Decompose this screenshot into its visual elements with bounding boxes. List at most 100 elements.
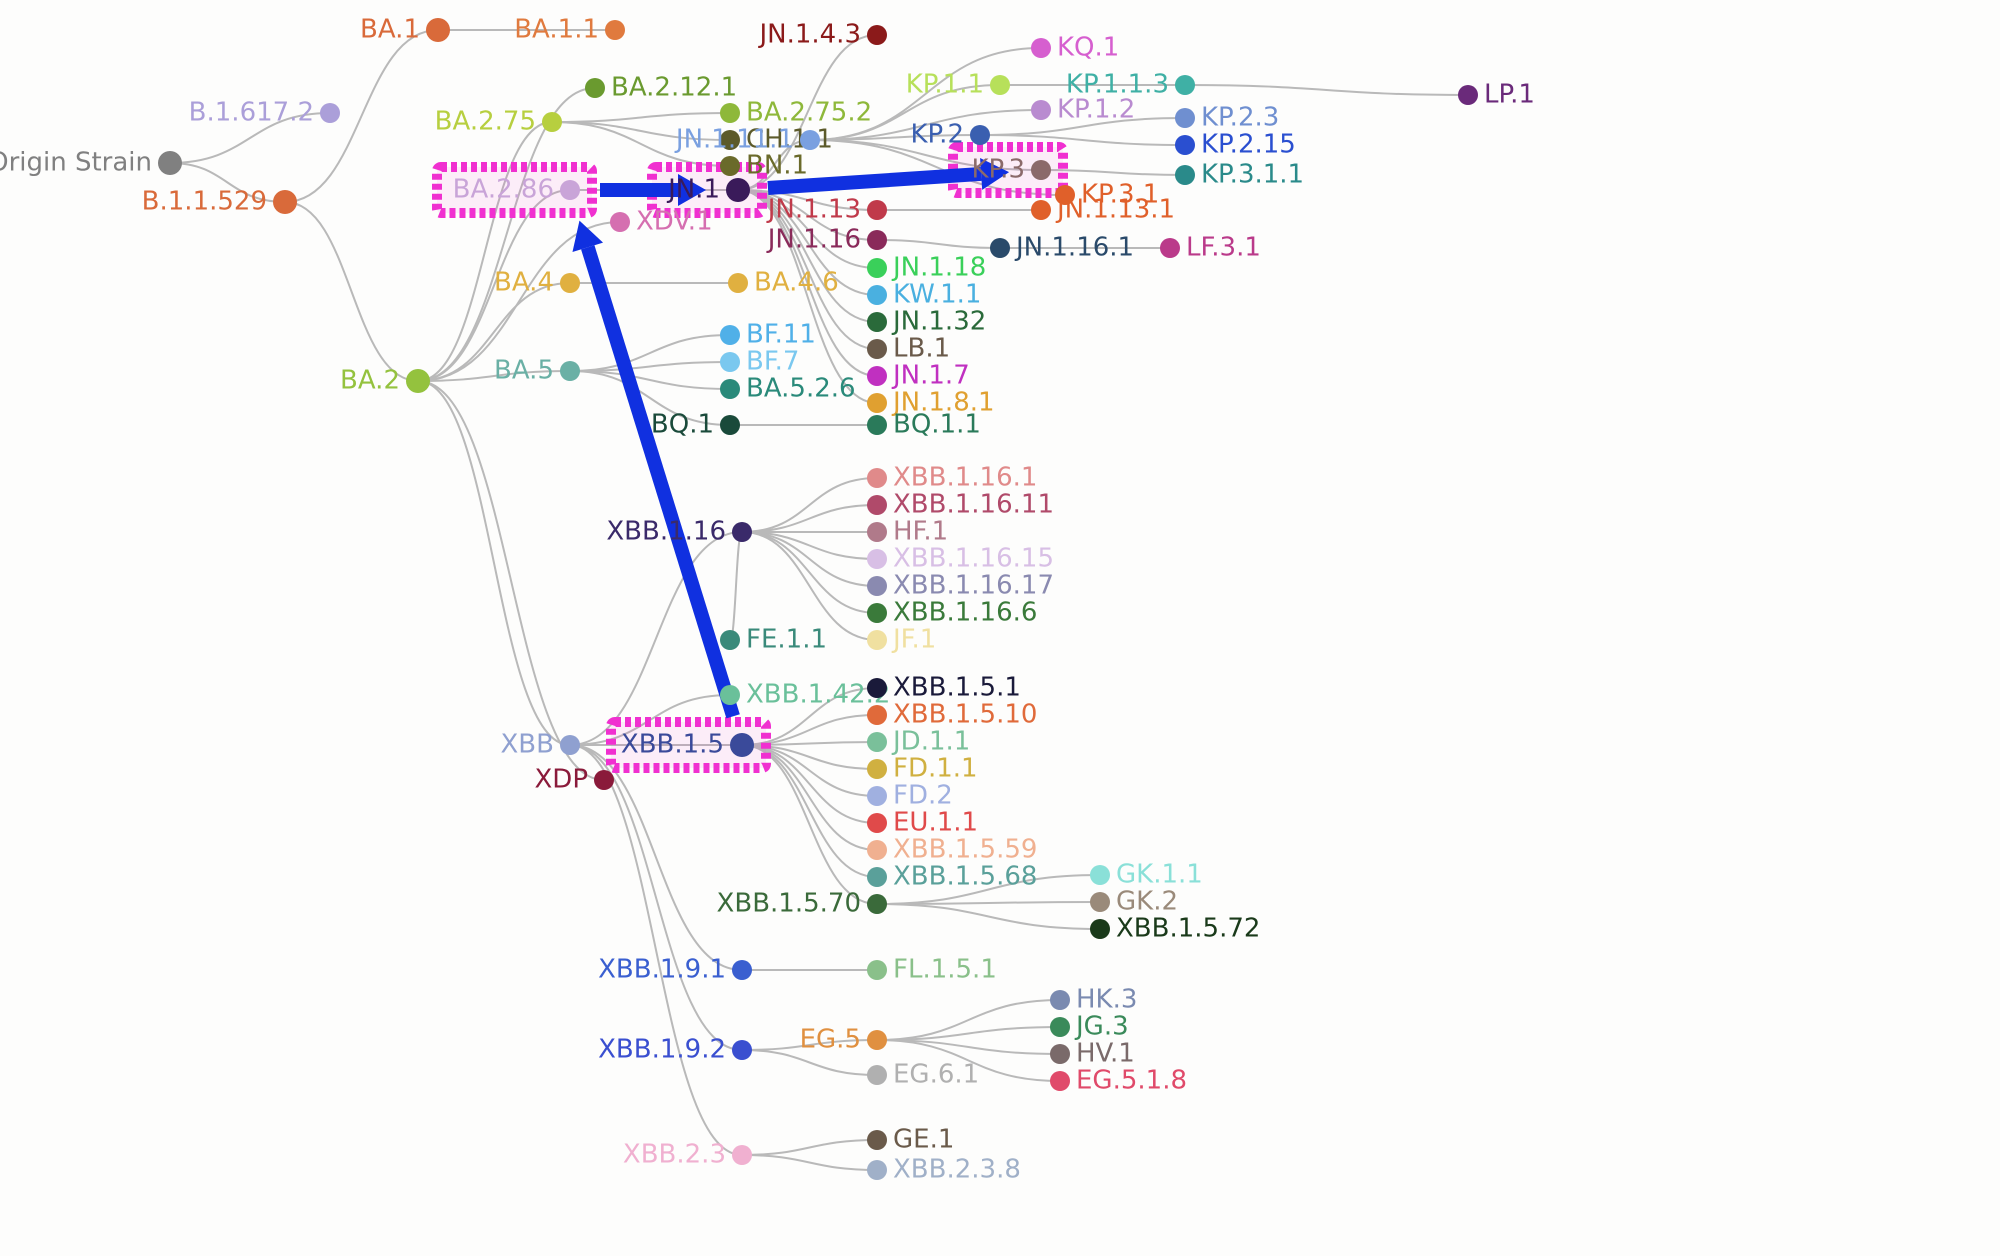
lineage-node-xbb11617: XBB.1.16.17 (867, 571, 1054, 601)
node-label: XBB.1.16.15 (893, 544, 1054, 574)
node-dot (732, 522, 752, 542)
lineage-node-xbb1166: XBB.1.16.6 (867, 598, 1037, 628)
lineage-node-kp12: KP.1.2 (1031, 95, 1135, 125)
node-dot (867, 1160, 887, 1180)
node-dot (1031, 38, 1051, 58)
node-label: JN.1.16 (766, 225, 861, 255)
lineage-node-jn143: JN.1.4.3 (757, 20, 887, 50)
lineage-node-origin: Origin Strain (0, 148, 182, 178)
lineage-node-ba1: BA.1 (360, 15, 450, 45)
lineage-tree-diagram: Origin StrainB.1.617.2B.1.1.529BA.1BA.1.… (0, 0, 2000, 1256)
lineage-node-kq1: KQ.1 (1031, 33, 1119, 63)
node-dot (867, 495, 887, 515)
node-label: JN.1.18 (891, 253, 986, 283)
node-label: XBB.1.16.6 (893, 598, 1037, 628)
edge (877, 904, 1100, 929)
node-dot (867, 230, 887, 250)
node-dot (990, 238, 1010, 258)
node-label: JG.3 (1074, 1012, 1129, 1042)
node-label: XBB (501, 730, 555, 760)
edge (418, 381, 604, 780)
node-label: KP.2 (911, 120, 965, 150)
lineage-node-bq11: BQ.1.1 (867, 410, 981, 440)
node-label: FD.2 (893, 781, 953, 811)
node-label: GK.1.1 (1116, 860, 1203, 890)
lineage-node-kp311: KP.3.1.1 (1175, 160, 1304, 190)
edge (877, 240, 1000, 248)
nodes-layer: Origin StrainB.1.617.2B.1.1.529BA.1BA.1.… (0, 15, 1535, 1185)
lineage-node-jn17: JN.1.7 (867, 361, 970, 391)
lineage-node-lb1: LB.1 (867, 334, 950, 364)
node-dot (1050, 990, 1070, 1010)
node-label: KP.3 (972, 155, 1026, 185)
node-label: GK.2 (1116, 887, 1178, 917)
lineage-node-kp23: KP.2.3 (1175, 103, 1279, 133)
lineage-node-lp1: LP.1 (1458, 80, 1535, 110)
node-dot (732, 1040, 752, 1060)
node-label: HV.1 (1076, 1039, 1135, 1069)
node-label: XBB.1.16.11 (893, 490, 1054, 520)
node-label: XBB.1.5.70 (717, 889, 861, 919)
node-label: XBB.1.5 (621, 730, 724, 760)
node-dot (867, 603, 887, 623)
node-label: KP.3.1.1 (1201, 160, 1304, 190)
node-dot (867, 1065, 887, 1085)
node-label: KP.2.3 (1201, 103, 1279, 133)
lineage-node-jn1131: JN.1.13.1 (1031, 195, 1175, 225)
node-dot (273, 190, 297, 214)
node-label: KP.2.15 (1201, 130, 1296, 160)
node-label: FE.1.1 (746, 625, 827, 655)
node-label: JN.1.7 (891, 361, 970, 391)
lineage-node-xbb1572: XBB.1.5.72 (1090, 914, 1260, 944)
node-label: KW.1.1 (893, 280, 981, 310)
lineage-node-ba4: BA.4 (494, 268, 580, 298)
node-dot (726, 178, 750, 202)
lineage-node-xbb1422: XBB.1.42.2 (720, 680, 890, 710)
node-label: JN.1.4.3 (757, 20, 861, 50)
node-dot (867, 813, 887, 833)
lineage-node-ba2121: BA.2.12.1 (585, 73, 737, 103)
node-label: XBB.1.16.17 (893, 571, 1054, 601)
lineage-node-jn1: JN.1 (666, 175, 750, 205)
lineage-node-hk3: HK.3 (1050, 985, 1137, 1015)
node-label: XBB.2.3.8 (893, 1155, 1021, 1185)
node-dot (1458, 85, 1478, 105)
edge (552, 113, 730, 122)
lineage-node-jn113: JN.1.13 (766, 195, 887, 225)
lineage-node-xbb1570: XBB.1.5.70 (717, 889, 887, 919)
edge (285, 202, 418, 381)
lineage-node-bq1: BQ.1 (651, 410, 740, 440)
lineage-node-b11529: B.1.1.529 (142, 187, 297, 217)
node-dot (1175, 75, 1195, 95)
node-label: BA.5 (494, 356, 554, 386)
node-label: FD.1.1 (893, 754, 978, 784)
node-label: Origin Strain (0, 148, 152, 178)
node-dot (1175, 108, 1195, 128)
node-label: B.1.1.529 (142, 187, 267, 217)
lineage-node-ba46: BA.4.6 (728, 268, 839, 298)
node-label: BA.2.86 (453, 175, 554, 205)
lineage-node-xbb191: XBB.1.9.1 (598, 955, 752, 985)
node-label: LF.3.1 (1186, 233, 1261, 263)
node-label: LP.1 (1484, 80, 1535, 110)
node-label: BF.11 (746, 320, 816, 350)
node-dot (867, 1030, 887, 1050)
node-dot (867, 25, 887, 45)
lineage-node-bf7: BF.7 (720, 347, 799, 377)
node-dot (594, 770, 614, 790)
node-label: HF.1 (893, 517, 948, 547)
lineage-node-fe11: FE.1.1 (720, 625, 827, 655)
node-dot (867, 393, 887, 413)
node-dot (1090, 865, 1110, 885)
node-label: XBB.1.16 (606, 517, 726, 547)
node-dot (867, 759, 887, 779)
lineage-node-lf31: LF.3.1 (1160, 233, 1261, 263)
node-dot (158, 151, 182, 175)
node-label: EG.5.1.8 (1076, 1066, 1187, 1096)
node-dot (867, 468, 887, 488)
lineage-node-jd11: JD.1.1 (867, 727, 970, 757)
lineage-node-xbb1161: XBB.1.16.1 (867, 463, 1037, 493)
node-dot (406, 369, 430, 393)
lineage-node-jf1: JF.1 (867, 625, 936, 655)
node-dot (867, 522, 887, 542)
